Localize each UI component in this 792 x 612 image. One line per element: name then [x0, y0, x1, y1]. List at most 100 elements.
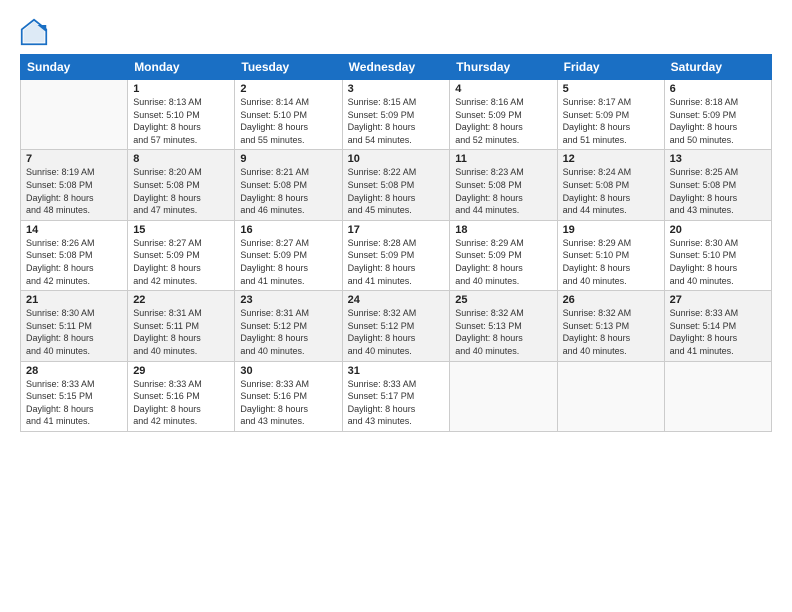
day-info: Sunrise: 8:27 AM Sunset: 5:09 PM Dayligh… — [240, 237, 336, 287]
day-info: Sunrise: 8:25 AM Sunset: 5:08 PM Dayligh… — [670, 166, 766, 216]
day-number: 31 — [348, 365, 445, 377]
day-header-friday: Friday — [557, 55, 664, 80]
day-number: 9 — [240, 153, 336, 165]
day-info: Sunrise: 8:33 AM Sunset: 5:17 PM Dayligh… — [348, 378, 445, 428]
day-number: 3 — [348, 83, 445, 95]
day-number: 18 — [455, 224, 551, 236]
calendar-cell: 17Sunrise: 8:28 AM Sunset: 5:09 PM Dayli… — [342, 220, 450, 290]
page: SundayMondayTuesdayWednesdayThursdayFrid… — [0, 0, 792, 612]
week-row-4: 21Sunrise: 8:30 AM Sunset: 5:11 PM Dayli… — [21, 291, 772, 361]
week-row-5: 28Sunrise: 8:33 AM Sunset: 5:15 PM Dayli… — [21, 361, 772, 431]
calendar-cell: 16Sunrise: 8:27 AM Sunset: 5:09 PM Dayli… — [235, 220, 342, 290]
day-info: Sunrise: 8:32 AM Sunset: 5:12 PM Dayligh… — [348, 307, 445, 357]
week-row-2: 7Sunrise: 8:19 AM Sunset: 5:08 PM Daylig… — [21, 150, 772, 220]
day-number: 13 — [670, 153, 766, 165]
calendar-cell: 22Sunrise: 8:31 AM Sunset: 5:11 PM Dayli… — [128, 291, 235, 361]
day-info: Sunrise: 8:33 AM Sunset: 5:16 PM Dayligh… — [133, 378, 229, 428]
day-info: Sunrise: 8:29 AM Sunset: 5:09 PM Dayligh… — [455, 237, 551, 287]
day-info: Sunrise: 8:31 AM Sunset: 5:11 PM Dayligh… — [133, 307, 229, 357]
calendar-cell: 14Sunrise: 8:26 AM Sunset: 5:08 PM Dayli… — [21, 220, 128, 290]
day-header-tuesday: Tuesday — [235, 55, 342, 80]
calendar-cell: 11Sunrise: 8:23 AM Sunset: 5:08 PM Dayli… — [450, 150, 557, 220]
day-number: 10 — [348, 153, 445, 165]
day-info: Sunrise: 8:29 AM Sunset: 5:10 PM Dayligh… — [563, 237, 659, 287]
day-info: Sunrise: 8:14 AM Sunset: 5:10 PM Dayligh… — [240, 96, 336, 146]
day-number: 28 — [26, 365, 122, 377]
day-info: Sunrise: 8:33 AM Sunset: 5:14 PM Dayligh… — [670, 307, 766, 357]
logo-icon — [20, 18, 48, 46]
day-info: Sunrise: 8:32 AM Sunset: 5:13 PM Dayligh… — [563, 307, 659, 357]
day-info: Sunrise: 8:17 AM Sunset: 5:09 PM Dayligh… — [563, 96, 659, 146]
calendar-cell: 29Sunrise: 8:33 AM Sunset: 5:16 PM Dayli… — [128, 361, 235, 431]
day-number: 7 — [26, 153, 122, 165]
day-header-sunday: Sunday — [21, 55, 128, 80]
calendar-cell: 27Sunrise: 8:33 AM Sunset: 5:14 PM Dayli… — [664, 291, 771, 361]
calendar-cell: 13Sunrise: 8:25 AM Sunset: 5:08 PM Dayli… — [664, 150, 771, 220]
header-row: SundayMondayTuesdayWednesdayThursdayFrid… — [21, 55, 772, 80]
calendar-cell: 8Sunrise: 8:20 AM Sunset: 5:08 PM Daylig… — [128, 150, 235, 220]
header — [20, 18, 772, 46]
day-info: Sunrise: 8:23 AM Sunset: 5:08 PM Dayligh… — [455, 166, 551, 216]
day-info: Sunrise: 8:27 AM Sunset: 5:09 PM Dayligh… — [133, 237, 229, 287]
week-row-1: 1Sunrise: 8:13 AM Sunset: 5:10 PM Daylig… — [21, 80, 772, 150]
calendar-cell: 28Sunrise: 8:33 AM Sunset: 5:15 PM Dayli… — [21, 361, 128, 431]
day-number: 11 — [455, 153, 551, 165]
day-number: 19 — [563, 224, 659, 236]
calendar-cell: 26Sunrise: 8:32 AM Sunset: 5:13 PM Dayli… — [557, 291, 664, 361]
calendar-cell: 7Sunrise: 8:19 AM Sunset: 5:08 PM Daylig… — [21, 150, 128, 220]
day-header-saturday: Saturday — [664, 55, 771, 80]
day-number: 14 — [26, 224, 122, 236]
calendar-cell: 31Sunrise: 8:33 AM Sunset: 5:17 PM Dayli… — [342, 361, 450, 431]
day-number: 15 — [133, 224, 229, 236]
calendar-cell: 21Sunrise: 8:30 AM Sunset: 5:11 PM Dayli… — [21, 291, 128, 361]
calendar-cell: 5Sunrise: 8:17 AM Sunset: 5:09 PM Daylig… — [557, 80, 664, 150]
day-info: Sunrise: 8:21 AM Sunset: 5:08 PM Dayligh… — [240, 166, 336, 216]
day-info: Sunrise: 8:15 AM Sunset: 5:09 PM Dayligh… — [348, 96, 445, 146]
day-number: 4 — [455, 83, 551, 95]
calendar-cell: 4Sunrise: 8:16 AM Sunset: 5:09 PM Daylig… — [450, 80, 557, 150]
calendar-cell: 1Sunrise: 8:13 AM Sunset: 5:10 PM Daylig… — [128, 80, 235, 150]
calendar: SundayMondayTuesdayWednesdayThursdayFrid… — [20, 54, 772, 432]
calendar-cell: 25Sunrise: 8:32 AM Sunset: 5:13 PM Dayli… — [450, 291, 557, 361]
day-number: 16 — [240, 224, 336, 236]
calendar-cell — [557, 361, 664, 431]
day-info: Sunrise: 8:13 AM Sunset: 5:10 PM Dayligh… — [133, 96, 229, 146]
day-header-wednesday: Wednesday — [342, 55, 450, 80]
day-header-thursday: Thursday — [450, 55, 557, 80]
calendar-cell: 18Sunrise: 8:29 AM Sunset: 5:09 PM Dayli… — [450, 220, 557, 290]
calendar-cell: 12Sunrise: 8:24 AM Sunset: 5:08 PM Dayli… — [557, 150, 664, 220]
day-header-monday: Monday — [128, 55, 235, 80]
week-row-3: 14Sunrise: 8:26 AM Sunset: 5:08 PM Dayli… — [21, 220, 772, 290]
day-info: Sunrise: 8:18 AM Sunset: 5:09 PM Dayligh… — [670, 96, 766, 146]
day-number: 2 — [240, 83, 336, 95]
day-number: 22 — [133, 294, 229, 306]
day-number: 6 — [670, 83, 766, 95]
calendar-cell: 9Sunrise: 8:21 AM Sunset: 5:08 PM Daylig… — [235, 150, 342, 220]
day-info: Sunrise: 8:24 AM Sunset: 5:08 PM Dayligh… — [563, 166, 659, 216]
calendar-cell: 6Sunrise: 8:18 AM Sunset: 5:09 PM Daylig… — [664, 80, 771, 150]
day-number: 25 — [455, 294, 551, 306]
day-info: Sunrise: 8:30 AM Sunset: 5:10 PM Dayligh… — [670, 237, 766, 287]
day-number: 8 — [133, 153, 229, 165]
calendar-cell — [450, 361, 557, 431]
day-info: Sunrise: 8:32 AM Sunset: 5:13 PM Dayligh… — [455, 307, 551, 357]
day-info: Sunrise: 8:28 AM Sunset: 5:09 PM Dayligh… — [348, 237, 445, 287]
day-info: Sunrise: 8:33 AM Sunset: 5:16 PM Dayligh… — [240, 378, 336, 428]
logo — [20, 18, 52, 46]
calendar-cell — [21, 80, 128, 150]
day-number: 17 — [348, 224, 445, 236]
day-info: Sunrise: 8:26 AM Sunset: 5:08 PM Dayligh… — [26, 237, 122, 287]
calendar-cell: 15Sunrise: 8:27 AM Sunset: 5:09 PM Dayli… — [128, 220, 235, 290]
calendar-cell: 30Sunrise: 8:33 AM Sunset: 5:16 PM Dayli… — [235, 361, 342, 431]
day-info: Sunrise: 8:16 AM Sunset: 5:09 PM Dayligh… — [455, 96, 551, 146]
day-number: 29 — [133, 365, 229, 377]
calendar-cell: 2Sunrise: 8:14 AM Sunset: 5:10 PM Daylig… — [235, 80, 342, 150]
day-number: 5 — [563, 83, 659, 95]
day-info: Sunrise: 8:22 AM Sunset: 5:08 PM Dayligh… — [348, 166, 445, 216]
day-number: 21 — [26, 294, 122, 306]
calendar-cell: 23Sunrise: 8:31 AM Sunset: 5:12 PM Dayli… — [235, 291, 342, 361]
day-info: Sunrise: 8:19 AM Sunset: 5:08 PM Dayligh… — [26, 166, 122, 216]
calendar-cell: 10Sunrise: 8:22 AM Sunset: 5:08 PM Dayli… — [342, 150, 450, 220]
day-number: 1 — [133, 83, 229, 95]
calendar-cell: 20Sunrise: 8:30 AM Sunset: 5:10 PM Dayli… — [664, 220, 771, 290]
